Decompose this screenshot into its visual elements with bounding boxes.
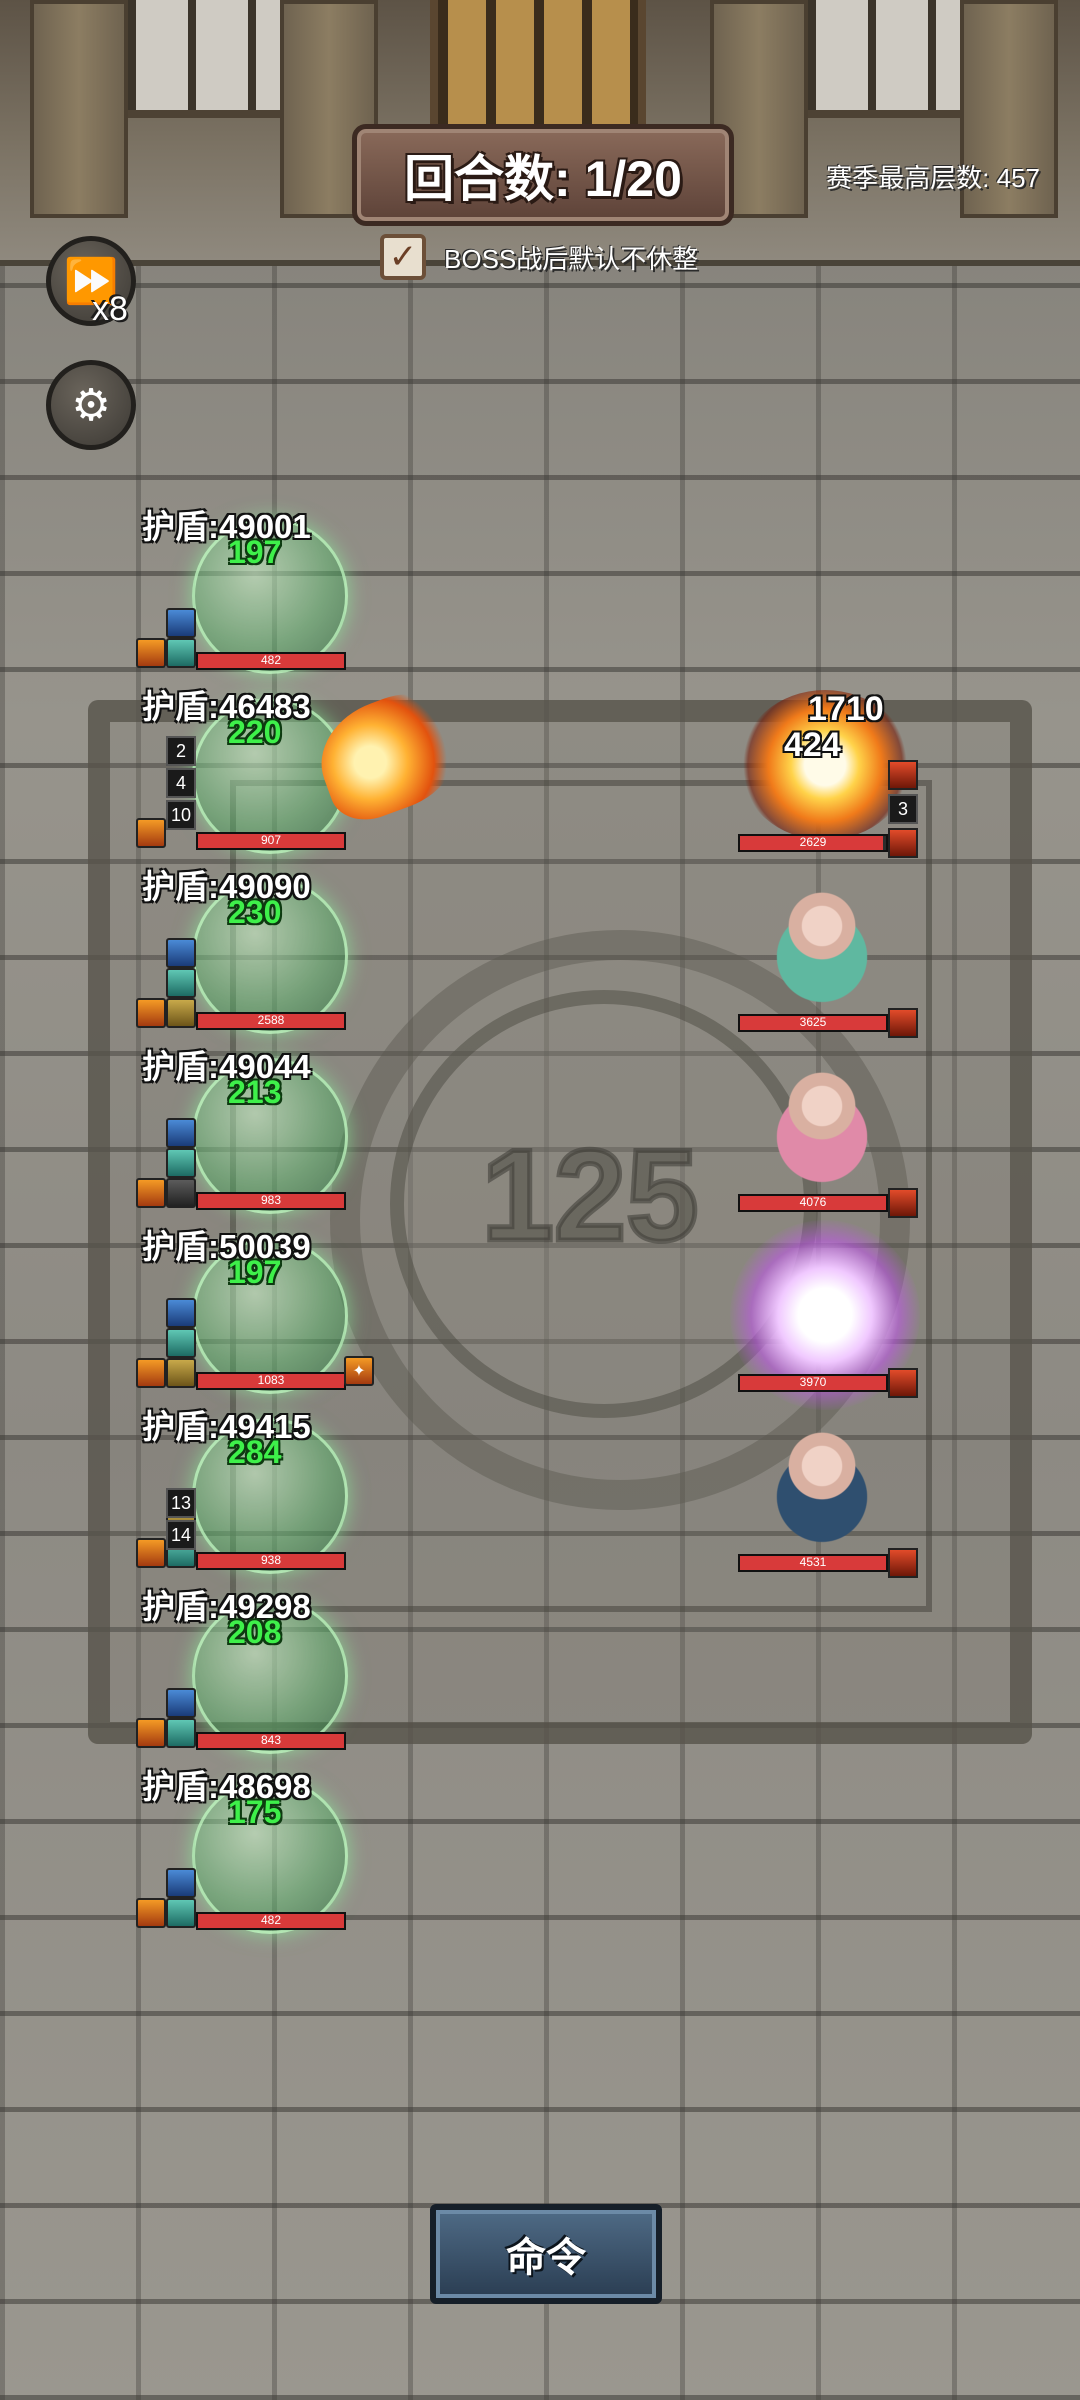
buff-teal-icon — [166, 968, 196, 998]
ally-hp-bar: 1083 — [196, 1372, 346, 1390]
buff-teal-icon — [166, 1148, 196, 1178]
round-counter: 回合数: 1/20 — [404, 151, 682, 207]
stack-count: 14 — [166, 1520, 196, 1550]
ally-shield-value: 护盾:48698 — [142, 1768, 311, 1805]
settings-button[interactable]: ⚙ — [46, 360, 136, 450]
buff-fire-icon — [136, 998, 166, 1028]
ally-hp-bar: 482 — [196, 1912, 346, 1930]
damage-number: 1710 — [808, 690, 884, 728]
ally-hp-bar: 938 — [196, 1552, 346, 1570]
buff-blue-icon — [166, 1868, 196, 1898]
buff-fire-icon — [136, 1718, 166, 1748]
buff-fire-icon — [136, 1538, 166, 1568]
enemy-hp-bar: 4076 — [738, 1194, 888, 1212]
ally-hp-text: 482 — [260, 653, 282, 667]
ally-heal-number: 230 — [228, 894, 282, 930]
buff-gold-icon — [166, 998, 196, 1028]
buff-blue-icon — [166, 1688, 196, 1718]
ally-heal-number: 197 — [228, 534, 282, 570]
boss-no-rest-option[interactable]: ✓ BOSS战后默认不休整 — [380, 234, 698, 280]
enemy-hp-bar: 3970 — [738, 1374, 888, 1392]
buff-fire-icon — [136, 1178, 166, 1208]
buff-fire-icon — [136, 1898, 166, 1928]
enemy-unit[interactable] — [752, 1410, 892, 1550]
buff-fire-icon — [136, 1358, 166, 1388]
ally-shield-value: 护盾:50039 — [142, 1228, 311, 1265]
ally-heal-number: 220 — [228, 714, 282, 750]
ally-hp-bar: 983 — [196, 1192, 346, 1210]
ally-shield-value: 护盾:49044 — [142, 1048, 311, 1085]
stack-count: 2 — [166, 736, 196, 766]
stack-count: 4 — [166, 768, 196, 798]
buff-teal-icon — [166, 638, 196, 668]
enemy-hp-text: 3970 — [799, 1375, 827, 1389]
battle-scene: 125 回合数: 1/20 赛季最高层数: 457 ✓ BOSS战后默认不休整 … — [0, 0, 1080, 2400]
stack-count: 13 — [166, 1488, 196, 1518]
enemy-rage-icon — [888, 1548, 918, 1578]
ally-heal-number: 284 — [228, 1434, 282, 1470]
boss-no-rest-checkbox[interactable]: ✓ — [380, 234, 426, 280]
enemy-hp-bar: 4531 — [738, 1554, 888, 1572]
enemy-rage-icon — [888, 828, 918, 858]
ally-hp-text: 482 — [260, 1913, 282, 1927]
boss-no-rest-label: BOSS战后默认不休整 — [444, 243, 699, 274]
ally-hp-bar: 907 — [196, 832, 346, 850]
castle-gate — [430, 0, 646, 138]
buff-blue-icon — [166, 938, 196, 968]
buff-blue-icon — [166, 608, 196, 638]
ally-hp-text: 907 — [260, 833, 282, 847]
ally-shield-value: 护盾:49298 — [142, 1588, 311, 1625]
ally-shield-value: 护盾:49001 — [142, 508, 311, 545]
enemy-unit[interactable] — [752, 1050, 892, 1190]
buff-teal-icon — [166, 1718, 196, 1748]
ally-hp-text: 983 — [260, 1193, 282, 1207]
ally-hp-text: 843 — [260, 1733, 282, 1747]
ally-shield-value: 护盾:46483 — [142, 688, 311, 725]
ally-hp-text: 2588 — [257, 1013, 285, 1027]
buff-dark-icon — [166, 1178, 196, 1208]
speed-multiplier: x8 — [92, 290, 128, 328]
buff-blue-icon — [166, 1298, 196, 1328]
ally-heal-number: 213 — [228, 1074, 282, 1110]
ally-shield-value: 护盾:49090 — [142, 868, 311, 905]
castle-pillar — [30, 0, 128, 218]
enemy-rage-icon — [888, 1368, 918, 1398]
buff-teal-icon — [166, 1328, 196, 1358]
gear-icon: ⚙ — [71, 380, 111, 430]
ally-hp-bar: 843 — [196, 1732, 346, 1750]
floor-number: 125 — [479, 1120, 701, 1271]
stack-count: 10 — [166, 800, 196, 830]
enemy-hp-bar: 3625 — [738, 1014, 888, 1032]
season-best-floor: 赛季最高层数: 457 — [826, 163, 1040, 193]
enemy-stack-count: 3 — [888, 794, 918, 824]
enemy-hp-text: 3625 — [799, 1015, 827, 1029]
enemy-hp-bar: 2629 — [738, 834, 888, 852]
ally-hp-bar: 482 — [196, 652, 346, 670]
enemy-hp-text: 4076 — [799, 1195, 827, 1209]
buff-teal-icon — [166, 1898, 196, 1928]
round-counter-panel: 回合数: 1/20 — [352, 124, 734, 226]
enemy-rage-icon — [888, 1008, 918, 1038]
enemy-unit[interactable] — [752, 870, 892, 1010]
enemy-rage-icon — [888, 760, 918, 790]
buff-gold-icon — [166, 1358, 196, 1388]
enemy-rage-icon — [888, 1188, 918, 1218]
ally-heal-number: 197 — [228, 1254, 282, 1290]
buff-fire-icon — [136, 638, 166, 668]
ally-hp-text: 938 — [260, 1553, 282, 1567]
checkmark-icon: ✓ — [388, 238, 418, 276]
ally-heal-number: 208 — [228, 1614, 282, 1650]
command-button[interactable]: 命令 — [430, 2204, 662, 2304]
ally-heal-number: 175 — [228, 1794, 282, 1830]
enemy-hp-text: 2629 — [799, 835, 827, 849]
buff-blue-icon — [166, 1118, 196, 1148]
buff-fire-icon — [136, 818, 166, 848]
ally-hp-text: 1083 — [257, 1373, 285, 1387]
enemy-hp-text: 4531 — [799, 1555, 827, 1569]
ally-shield-value: 护盾:49415 — [142, 1408, 311, 1445]
guard-shield-icon: ✦ — [344, 1356, 374, 1386]
damage-number: 424 — [784, 726, 841, 764]
ally-hp-bar: 2588 — [196, 1012, 346, 1030]
